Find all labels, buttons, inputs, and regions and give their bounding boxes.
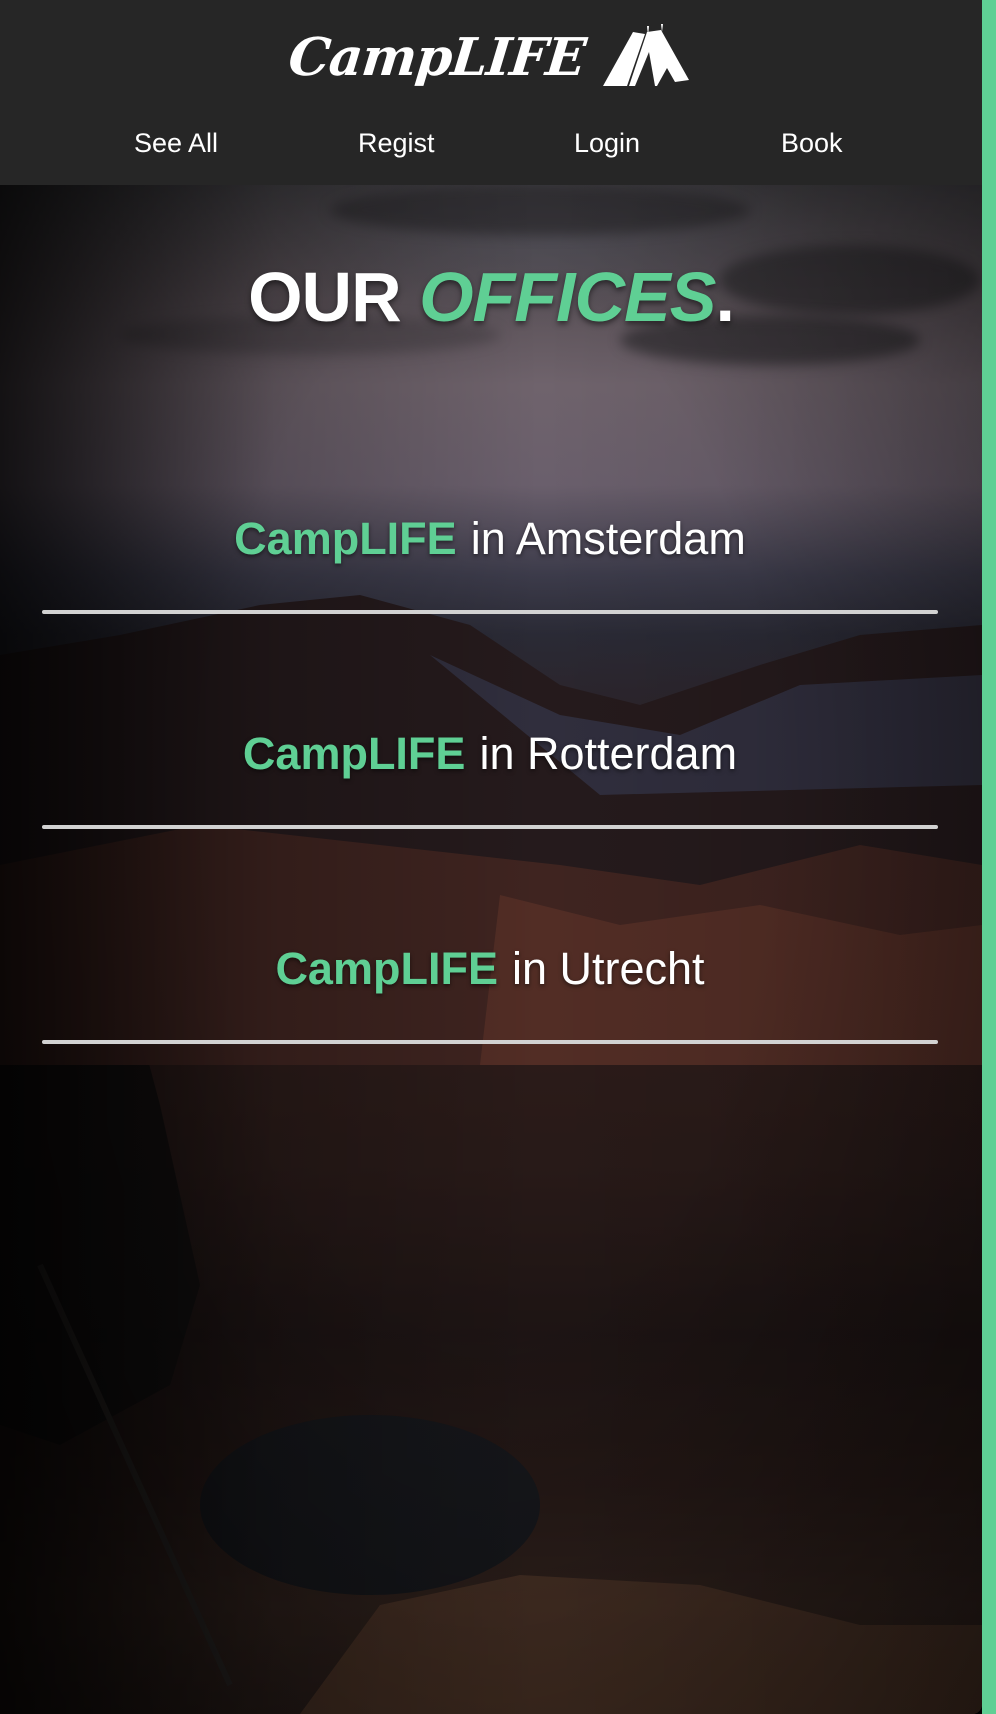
office-brand: CampLIFE: [234, 513, 457, 564]
page-title: OUR OFFICES.: [0, 257, 982, 337]
office-divider: [42, 1040, 938, 1044]
title-plain: OUR: [248, 258, 402, 336]
main-viewport: CampLIFE See All Regist Login Book OUR O…: [0, 0, 982, 1714]
logo-text: CampLIFE: [285, 26, 589, 88]
office-location: in Amsterdam: [470, 513, 746, 564]
office-utrecht[interactable]: CampLIFE in Utrecht: [42, 921, 938, 1017]
office-rotterdam[interactable]: CampLIFE in Rotterdam: [42, 706, 938, 802]
title-accent: OFFICES: [419, 258, 716, 336]
title-period: .: [715, 258, 734, 336]
tent-icon: [602, 24, 689, 86]
office-divider: [42, 825, 938, 829]
office-divider: [42, 610, 938, 614]
office-amsterdam[interactable]: CampLIFE in Amsterdam: [42, 491, 938, 587]
office-location: in Utrecht: [511, 943, 705, 994]
nav-login[interactable]: Login: [574, 128, 640, 159]
office-brand: CampLIFE: [275, 943, 498, 994]
nav-regist[interactable]: Regist: [358, 128, 435, 159]
scrollbar-track[interactable]: [982, 0, 996, 1714]
site-header: CampLIFE See All Regist Login Book: [0, 0, 982, 185]
hero-section: OUR OFFICES. CampLIFE in Amsterdam CampL…: [0, 185, 982, 1714]
logo[interactable]: CampLIFE: [0, 22, 982, 92]
office-location: in Rotterdam: [479, 728, 738, 779]
main-nav: See All Regist Login Book: [0, 128, 982, 168]
page: CampLIFE See All Regist Login Book OUR O…: [0, 0, 996, 1714]
nav-book[interactable]: Book: [781, 128, 843, 159]
nav-see-all[interactable]: See All: [134, 128, 218, 159]
office-brand: CampLIFE: [242, 728, 466, 779]
